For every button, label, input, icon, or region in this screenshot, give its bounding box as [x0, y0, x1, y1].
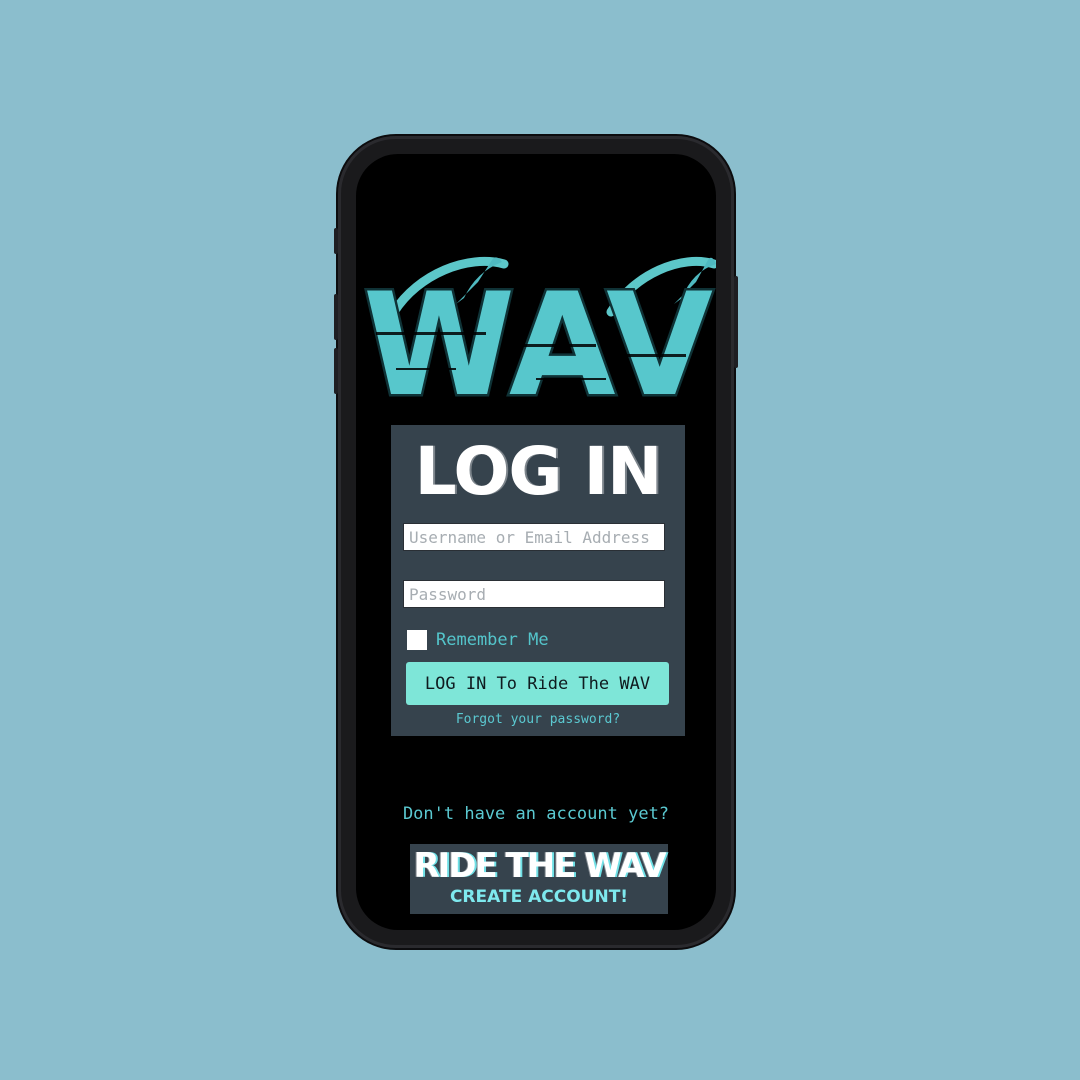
login-title: LOG IN [414, 433, 663, 510]
login-card: LOG IN Remember Me LOG IN To Ride The WA… [391, 425, 685, 736]
login-submit-button[interactable]: LOG IN To Ride The WAV [406, 662, 669, 705]
remember-me-checkbox[interactable] [407, 630, 427, 650]
username-input[interactable] [403, 523, 665, 551]
create-account-title: RIDE THE WAV [413, 846, 666, 886]
forgot-password-link[interactable]: Forgot your password? [391, 712, 685, 727]
volume-down-button [334, 348, 338, 394]
remember-me-row[interactable]: Remember Me [407, 630, 549, 650]
phone-frame: WAV LOG IN Remember Me LOG IN To Ride Th… [334, 136, 738, 948]
mute-switch [334, 228, 338, 254]
create-account-button[interactable]: RIDE THE WAV CREATE ACCOUNT! [410, 844, 668, 914]
remember-me-label: Remember Me [436, 630, 549, 650]
create-account-subtitle: CREATE ACCOUNT! [449, 887, 629, 907]
volume-up-button [334, 294, 338, 340]
signup-prompt: Don't have an account yet? [402, 804, 670, 824]
wav-logo: WAV [361, 256, 716, 406]
power-button [734, 276, 738, 368]
phone-screen: WAV LOG IN Remember Me LOG IN To Ride Th… [356, 154, 716, 930]
password-input[interactable] [403, 580, 665, 608]
